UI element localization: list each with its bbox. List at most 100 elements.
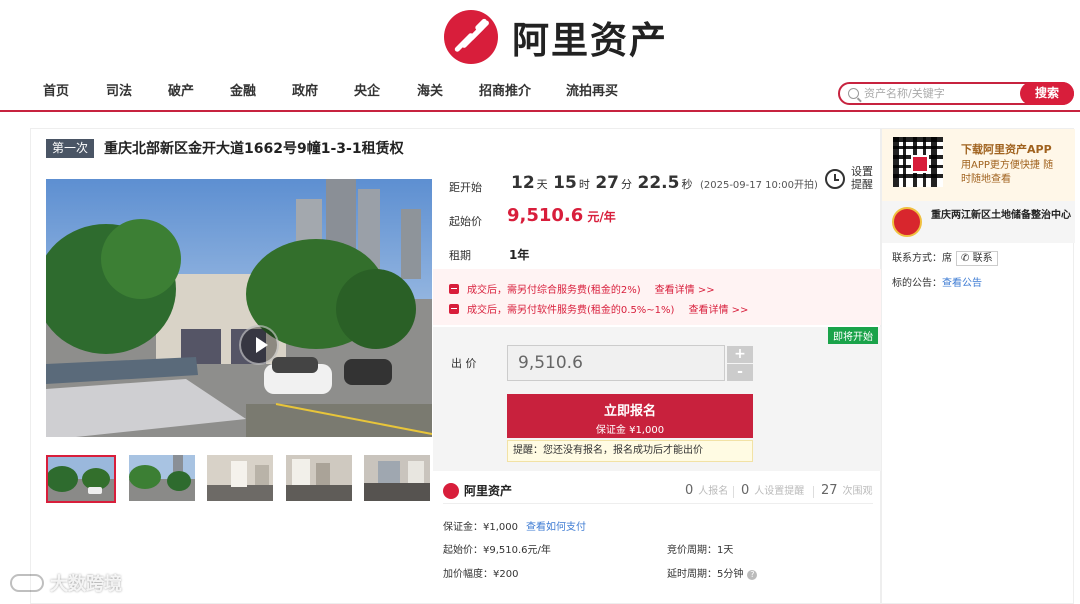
status-badge: 即将开始 — [828, 327, 878, 344]
nav-item-finance[interactable]: 金融 — [230, 80, 256, 104]
signup-count: 0 人报名 — [685, 482, 728, 498]
bid-cycle-detail: 竞价周期：1天 — [667, 545, 734, 556]
deposit-detail: 保证金：¥1,000 查看如何支付 — [443, 518, 586, 533]
deposit-label: 保证金 ¥1,000 — [595, 425, 665, 436]
contact-label: 联系方式：席 — [892, 253, 952, 264]
brand-mini-name: 阿里资产 — [464, 484, 513, 498]
nav-item-government[interactable]: 政府 — [292, 80, 318, 104]
thumbnail-4[interactable] — [286, 455, 352, 501]
gavel-logo-icon — [443, 482, 459, 499]
increment-detail: 加价幅度：¥200 — [443, 569, 519, 580]
increase-button[interactable]: + — [727, 346, 753, 363]
set-reminder-button[interactable]: 设置提醒 — [823, 165, 875, 195]
auction-main-panel: 第一次 重庆北部新区金开大道1662号9幢1-3-1租赁权 距开始 12 天 1… — [30, 128, 882, 604]
start-price-unit: 元/年 — [587, 210, 616, 224]
decrease-button[interactable]: - — [727, 364, 753, 381]
page-title: 重庆北部新区金开大道1662号9幢1-3-1租赁权 — [104, 141, 404, 157]
nav-item-bankruptcy[interactable]: 破产 — [168, 80, 194, 104]
app-download-title: 下载阿里资产APP — [961, 143, 1052, 156]
bid-box: 即将开始 出 价 + - 立即报名 保证金 ¥1,000 提醒：您还没有报名，报… — [433, 327, 882, 471]
view-count: 27 次围观 — [821, 482, 873, 498]
fee-text: 成交后，需另付软件服务费(租金的0.5%~1%) — [467, 305, 675, 316]
thumbnail-3[interactable] — [207, 455, 273, 501]
start-price: 9,510.6 元/年 — [507, 205, 616, 226]
search-box: 搜索 — [838, 82, 1074, 105]
search-input[interactable] — [864, 85, 1014, 102]
round-badge: 第一次 — [46, 138, 95, 158]
search-button[interactable]: 搜索 — [1020, 82, 1074, 105]
reminder-count-label: 人设置提醒 — [754, 486, 805, 497]
app-download-desc: 用APP更方便快捷 随时随地查看 — [961, 160, 1054, 185]
main-photo[interactable] — [46, 179, 432, 437]
nav-item-customs[interactable]: 海关 — [417, 80, 443, 104]
organizer-row: 重庆两江新区土地储备整治中心 — [882, 201, 1075, 243]
nav-item-soe[interactable]: 央企 — [354, 80, 380, 104]
bid-input[interactable] — [507, 345, 725, 381]
set-reminder-label: 设置提醒 — [851, 165, 873, 191]
lease-label: 租期 — [449, 249, 471, 262]
fee-text: 成交后，需另付综合服务费(租金的2%) — [467, 285, 641, 296]
national-emblem-icon — [892, 207, 922, 237]
building-photo — [46, 179, 432, 437]
start-price-label: 起始价 — [449, 215, 482, 228]
nav-item-judicial[interactable]: 司法 — [106, 80, 132, 104]
reminder-count: 0 人设置提醒 — [741, 482, 804, 498]
gavel-logo-icon — [444, 10, 498, 64]
thumbnail-5[interactable] — [364, 455, 430, 501]
contact-button-label: 联系 — [972, 253, 993, 264]
notice-label: 标的公告： — [892, 278, 942, 289]
play-video-button[interactable] — [239, 325, 279, 365]
how-to-pay-link[interactable]: 查看如何支付 — [526, 522, 586, 533]
countdown-hours: 15 — [553, 173, 577, 193]
start-price-detail: 起始价：¥9,510.6元/年 — [443, 545, 551, 556]
view-count-value: 27 — [821, 483, 838, 498]
delay-detail: 延时周期：5分钟? — [667, 565, 758, 580]
delay-text: 延时周期：5分钟 — [667, 569, 744, 580]
watermark-text: 大数跨境 — [50, 574, 122, 595]
countdown-seconds: 22.5 — [637, 173, 680, 193]
fee-row-software: 成交后，需另付软件服务费(租金的0.5%~1%) 查看详情 >> — [449, 301, 748, 316]
minutes-unit: 分 — [621, 178, 633, 191]
phone-icon: ✆ — [961, 253, 970, 264]
fee-row-service: 成交后，需另付综合服务费(租金的2%) 查看详情 >> — [449, 281, 715, 296]
contact-button[interactable]: ✆ 联系 — [956, 251, 998, 266]
lease-value: 1年 — [509, 248, 530, 262]
countdown-label: 距开始 — [449, 181, 482, 194]
view-notice-link[interactable]: 查看公告 — [942, 278, 982, 289]
start-time: (2025-09-17 10:00开拍) — [699, 180, 818, 191]
thumbnail-2[interactable] — [129, 455, 195, 501]
help-icon[interactable]: ? — [747, 570, 758, 580]
main-nav: 首页 司法 破产 金融 政府 央企 海关 招商推介 流拍再买 — [0, 80, 700, 104]
gift-icon — [449, 283, 459, 294]
search-icon — [848, 88, 859, 99]
right-sidebar: 下载阿里资产APP 用APP更方便快捷 随时随地查看 重庆两江新区土地储备整治中… — [881, 128, 1075, 604]
qr-code-icon — [893, 137, 943, 187]
fee-details-link[interactable]: 查看详情 >> — [655, 281, 715, 296]
gift-icon — [449, 303, 459, 314]
brand-name: 阿里资产 — [512, 19, 668, 62]
start-price-value: 9,510.6 — [507, 205, 584, 226]
signup-button[interactable]: 立即报名 保证金 ¥1,000 — [507, 394, 753, 438]
reminder-count-value: 0 — [741, 483, 750, 498]
watermark-logo-icon — [10, 574, 44, 592]
deposit-text: 保证金：¥1,000 — [443, 522, 518, 533]
divider — [813, 486, 814, 498]
brand-logo[interactable]: 阿里资产 — [444, 10, 668, 64]
countdown-minutes: 27 — [595, 173, 620, 193]
fee-details-link[interactable]: 查看详情 >> — [688, 301, 748, 316]
title-row: 第一次 重庆北部新区金开大道1662号9幢1-3-1租赁权 — [46, 138, 404, 158]
divider — [733, 486, 734, 498]
app-download-box[interactable]: 下载阿里资产APP 用APP更方便快捷 随时随地查看 — [882, 129, 1075, 201]
contact-line: 联系方式：席 ✆ 联系 — [892, 249, 998, 266]
signup-tip: 提醒：您还没有报名，报名成功后才能出价 — [507, 440, 753, 462]
signup-count-label: 人报名 — [698, 486, 729, 497]
fee-notice-box: 成交后，需另付综合服务费(租金的2%) 查看详情 >> 成交后，需另付软件服务费… — [433, 269, 882, 325]
thumbnail-1[interactable] — [46, 455, 116, 503]
organizer-name[interactable]: 重庆两江新区土地储备整治中心 — [931, 209, 1071, 223]
auction-info: 距开始 12 天 15 时 27 分 22.5 秒 (2025-09-17 10:00开… — [433, 129, 882, 604]
nav-item-investment[interactable]: 招商推介 — [479, 80, 531, 104]
stats-row: 阿里资产 0 人报名 0 人设置提醒 27 次围观 — [443, 478, 873, 504]
nav-item-resale[interactable]: 流拍再买 — [566, 80, 618, 104]
seconds-unit: 秒 — [681, 178, 693, 191]
nav-item-home[interactable]: 首页 — [43, 80, 69, 104]
